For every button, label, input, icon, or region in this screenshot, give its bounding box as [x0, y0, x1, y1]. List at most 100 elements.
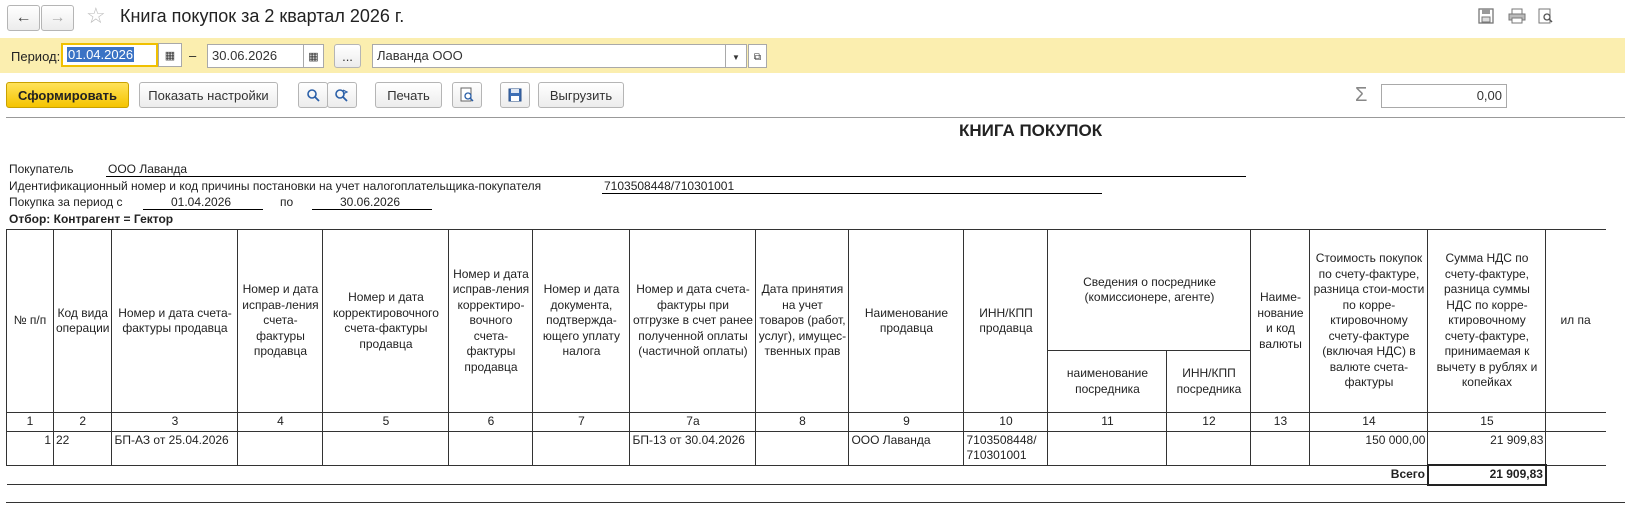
header-row-1: № п/п Код вида операции Номер и дата сче… [6, 229, 1606, 413]
cell-corr [322, 430, 450, 466]
total-extra [1546, 465, 1606, 485]
header-col-3: Номер и дата счета-фактуры продавца [111, 229, 239, 413]
header-col-11: наименование посредника [1047, 350, 1168, 413]
period-from-value: 01.04.2026 [171, 195, 232, 209]
save-button[interactable] [500, 82, 530, 108]
find-next-button[interactable] [327, 82, 357, 108]
col-number: 11 [1047, 412, 1168, 432]
period-from-label: Покупка за период с [9, 195, 123, 209]
period-to-label: по [280, 195, 294, 209]
period-to-underline [312, 209, 432, 210]
back-button[interactable]: ← [7, 5, 40, 31]
column-numbers-row: 1 2 3 4 5 6 7 7а 8 9 10 11 12 13 14 15 [6, 412, 1606, 432]
sum-icon: Σ [1355, 84, 1368, 106]
total-row: Всего 21 909,83 [6, 464, 1606, 486]
date-to-calendar-button[interactable]: ▦ [303, 44, 324, 68]
open-window-icon: ⧉ [753, 52, 762, 63]
forward-button[interactable]: → [41, 5, 74, 31]
organization-input[interactable]: Лаванда ООО [372, 44, 726, 68]
header-col-1: № п/п [6, 229, 54, 413]
col-number: 7 [532, 412, 631, 432]
buyer-label: Покупатель [9, 162, 74, 176]
col-number: 13 [1250, 412, 1311, 432]
cell-seller-inn: 7103508448/ 710301001 [963, 430, 1049, 466]
preview-icon[interactable] [1537, 8, 1555, 24]
header-col-15: Сумма НДС по счету-фактуре, разница сумм… [1427, 229, 1547, 413]
date-from-input[interactable]: 01.04.2026 [61, 43, 158, 67]
col-number: 1 [6, 412, 54, 432]
cell-accept-date [755, 430, 850, 466]
header-col-13: Наиме-нование и код валюты [1250, 229, 1311, 413]
print-icon[interactable] [1508, 8, 1526, 24]
header-col-7: Номер и дата документа, подтвержда-ющего… [532, 229, 631, 413]
cell-currency [1250, 430, 1311, 466]
selection-text: Отбор: Контрагент = Гектор [9, 212, 174, 226]
period-to-value: 30.06.2026 [340, 195, 401, 209]
window-title: Книга покупок за 2 квартал 2026 г. [120, 6, 405, 26]
cell-op-code: 22 [52, 430, 113, 466]
header-col-agent-group: Сведения о посреднике (комиссионере, аге… [1047, 229, 1252, 351]
cell-seller: ООО Лаванда [848, 430, 965, 466]
header-col-14: Стоимость покупок по счету-фактуре, разн… [1309, 229, 1429, 413]
calendar-icon: ▦ [308, 51, 319, 63]
date-from-calendar-button[interactable]: ▦ [158, 43, 182, 67]
show-settings-button[interactable]: Показать настройки [139, 82, 278, 108]
col-number: 9 [848, 412, 965, 432]
cell-corr-fix [448, 430, 534, 466]
search-icon [307, 89, 320, 102]
calendar-icon: ▦ [164, 50, 176, 62]
cell-agent-inn [1166, 430, 1252, 466]
find-button[interactable] [298, 82, 328, 108]
total-vat: 21 909,83 [1426, 464, 1547, 486]
sum-field[interactable]: 0,00 [1381, 84, 1507, 108]
cell-agent-name [1047, 430, 1168, 466]
report-area[interactable]: КНИГА ПОКУПОК Покупатель ООО Лаванда Иде… [6, 117, 1625, 516]
purchase-book-table: № п/п Код вида операции Номер и дата сче… [6, 229, 1606, 486]
organization-dropdown-button[interactable]: ▼ [725, 44, 747, 68]
date-to-input[interactable]: 30.06.2026 [207, 44, 304, 68]
arrow-right-icon: → [49, 9, 66, 26]
cell-fix [237, 430, 324, 466]
header-col-5: Номер и дата корректировочного счета-фак… [322, 229, 450, 413]
col-number: 14 [1309, 412, 1429, 432]
buyer-underline [106, 176, 1246, 177]
header-col-2: Код вида операции [52, 229, 113, 413]
cell-invoice: БП-АЗ от 25.04.2026 [111, 430, 239, 466]
header-col-16-partial: ил па [1545, 229, 1606, 413]
cell-pay-doc [532, 430, 631, 466]
period-select-button[interactable]: ... [334, 44, 361, 68]
header-col-9: Наименование продавца [848, 229, 965, 413]
col-number: 6 [448, 412, 534, 432]
save-icon[interactable] [1478, 8, 1496, 24]
col-number: 2 [52, 412, 113, 432]
header-col-6: Номер и дата исправ-ления корректиро-воч… [448, 229, 534, 413]
col-number: 8 [755, 412, 850, 432]
print-preview-button[interactable] [452, 82, 482, 108]
cell-amount: 150 000,00 [1309, 430, 1429, 466]
col-number: 3 [111, 412, 239, 432]
cell-advance-invoice: БП-13 от 30.04.2026 [629, 430, 757, 466]
report-heading: КНИГА ПОКУПОК [959, 121, 1103, 140]
col-number: 4 [237, 412, 324, 432]
period-dash: – [189, 48, 197, 63]
header-col-4: Номер и дата исправ-ления счета-фактуры … [237, 229, 324, 413]
header-col-12: ИНН/КПП посредника [1166, 350, 1252, 413]
col-number: 5 [322, 412, 450, 432]
cell-n: 1 [6, 430, 54, 466]
export-button[interactable]: Выгрузить [538, 82, 624, 108]
cell-extra [1545, 430, 1606, 466]
header-col-7a: Номер и дата счета-фактуры при отгрузке … [629, 229, 757, 413]
col-number: 10 [963, 412, 1049, 432]
col-number: 7а [629, 412, 757, 432]
col-number: 12 [1166, 412, 1252, 432]
header-col-8: Дата принятия на учет товаров (работ, ус… [755, 229, 850, 413]
save-icon [508, 88, 522, 102]
star-icon[interactable]: ☆ [86, 3, 106, 29]
cell-vat: 21 909,83 [1427, 430, 1547, 466]
generate-button[interactable]: Сформировать [6, 82, 129, 108]
table-row[interactable]: 1 22 БП-АЗ от 25.04.2026 БП-13 от 30.04.… [6, 430, 1606, 466]
print-button[interactable]: Печать [375, 82, 442, 108]
col-number: 15 [1427, 412, 1547, 432]
organization-open-button[interactable]: ⧉ [748, 44, 767, 68]
col-number [1545, 412, 1606, 432]
